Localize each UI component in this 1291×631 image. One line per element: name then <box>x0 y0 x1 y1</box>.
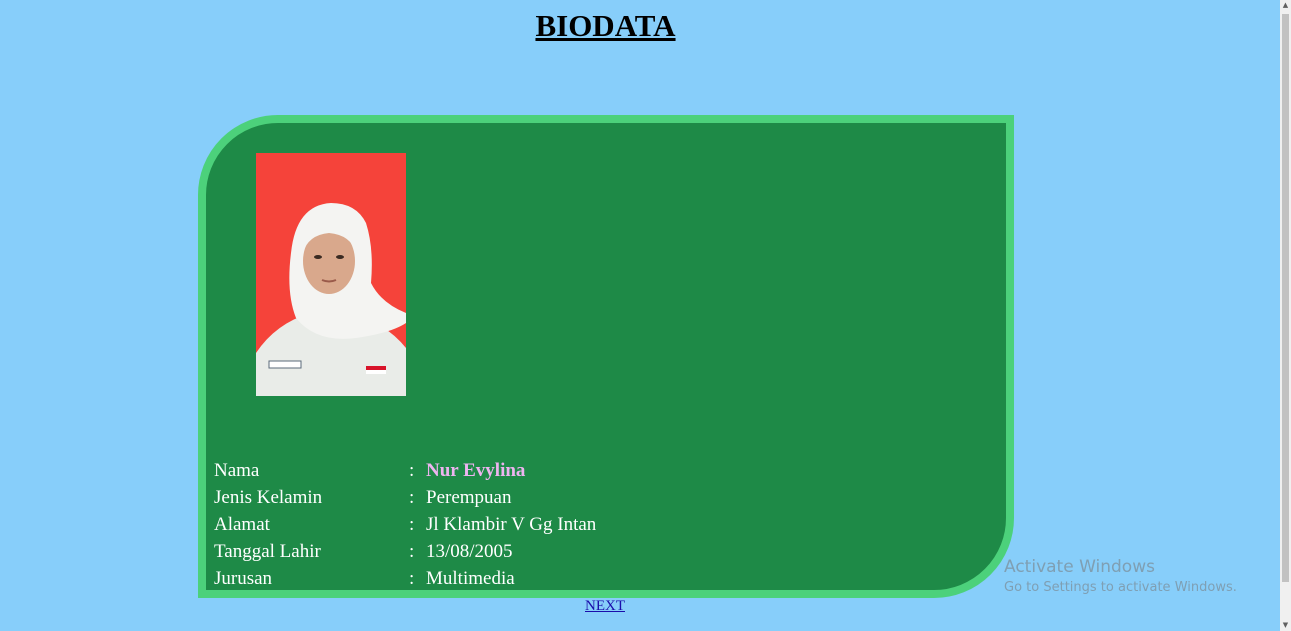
table-row: Tanggal Lahir : 13/08/2005 <box>214 538 596 565</box>
biodata-table: Nama : Nur Evylina Jenis Kelamin : Perem… <box>214 457 596 592</box>
scroll-up-arrow-icon[interactable]: ▲ <box>1280 0 1291 11</box>
watermark-title: Activate Windows <box>1004 557 1155 577</box>
scrollbar-thumb[interactable] <box>1282 14 1289 582</box>
field-separator: : <box>409 459 415 481</box>
field-label: Alamat <box>214 513 270 535</box>
field-label: Nama <box>214 459 260 481</box>
field-label: Tanggal Lahir <box>214 540 321 562</box>
table-row: Jurusan : Multimedia <box>214 565 596 592</box>
windows-activation-watermark: Activate Windows Go to Settings to activ… <box>1004 556 1237 598</box>
scroll-down-arrow-icon[interactable]: ▼ <box>1280 620 1291 631</box>
field-value-tanggal-lahir: 13/08/2005 <box>426 540 513 562</box>
table-row: Jenis Kelamin : Perempuan <box>214 484 596 511</box>
watermark-subtitle: Go to Settings to activate Windows. <box>1004 580 1237 595</box>
table-row: Nama : Nur Evylina <box>214 457 596 484</box>
field-label: Jurusan <box>214 567 273 589</box>
field-separator: : <box>409 486 415 508</box>
field-value-alamat: Jl Klambir V Gg Intan <box>426 513 597 535</box>
field-value-nama: Nur Evylina <box>426 459 526 481</box>
profile-photo <box>256 153 406 396</box>
next-link[interactable]: NEXT <box>585 598 625 615</box>
table-row: Alamat : Jl Klambir V Gg Intan <box>214 511 596 538</box>
vertical-scrollbar[interactable]: ▲ ▼ <box>1280 0 1291 631</box>
field-value-jurusan: Multimedia <box>426 567 515 589</box>
biodata-card: Nama : Nur Evylina Jenis Kelamin : Perem… <box>198 115 1014 598</box>
field-separator: : <box>409 567 415 589</box>
field-label: Jenis Kelamin <box>214 486 323 508</box>
field-value-jenis-kelamin: Perempuan <box>426 486 512 508</box>
field-separator: : <box>409 540 415 562</box>
page-title: BIODATA <box>535 8 676 43</box>
field-separator: : <box>409 513 415 535</box>
